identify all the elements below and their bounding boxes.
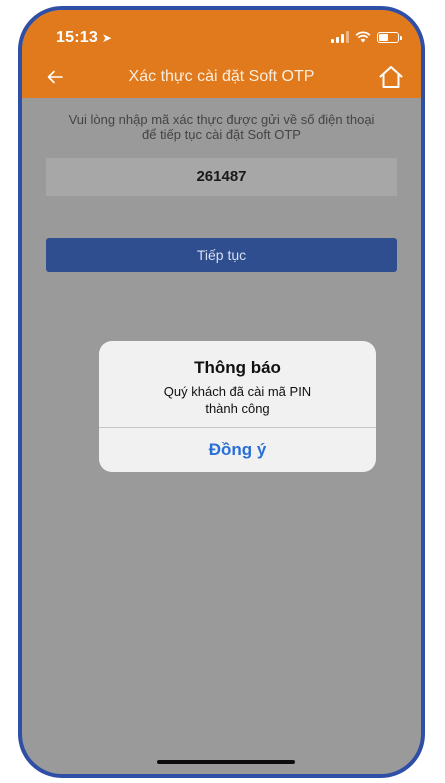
status-bar: 15:13 ➤ bbox=[22, 10, 421, 56]
status-icons bbox=[331, 30, 402, 44]
time-text: 15:13 bbox=[56, 29, 98, 46]
status-time: 15:13 ➤ bbox=[56, 29, 112, 47]
back-button[interactable] bbox=[42, 64, 68, 90]
phone-frame: 15:13 ➤ Xác thực cài đặt Soft OTP Vui lò… bbox=[18, 6, 425, 778]
dialog-title: Thông báo bbox=[194, 358, 281, 377]
dialog-message-line-1: Quý khách đã cài mã PIN bbox=[163, 384, 312, 399]
page-title: Xác thực cài đặt Soft OTP bbox=[128, 68, 315, 85]
location-arrow-icon: ➤ bbox=[101, 31, 113, 45]
back-arrow-icon bbox=[47, 70, 63, 84]
alert-dialog: Thông báo Quý khách đã cài mã PIN thành … bbox=[99, 341, 376, 472]
nav-bar: Xác thực cài đặt Soft OTP bbox=[22, 56, 421, 98]
dialog-message-line-2: thành công bbox=[205, 401, 270, 416]
otp-input[interactable]: 261487 bbox=[46, 158, 397, 196]
home-icon bbox=[379, 66, 403, 88]
continue-button[interactable]: Tiếp tục bbox=[46, 238, 397, 272]
instructions-text: Vui lòng nhập mã xác thực được gửi về số… bbox=[68, 112, 375, 142]
dialog-message: Quý khách đã cài mã PIN thành công bbox=[129, 383, 346, 417]
wifi-icon bbox=[355, 31, 371, 43]
home-indicator[interactable] bbox=[157, 760, 295, 764]
agree-button[interactable]: Đồng ý bbox=[99, 428, 376, 472]
home-button[interactable] bbox=[375, 61, 407, 93]
signal-icon bbox=[331, 31, 349, 43]
battery-icon bbox=[377, 31, 402, 43]
